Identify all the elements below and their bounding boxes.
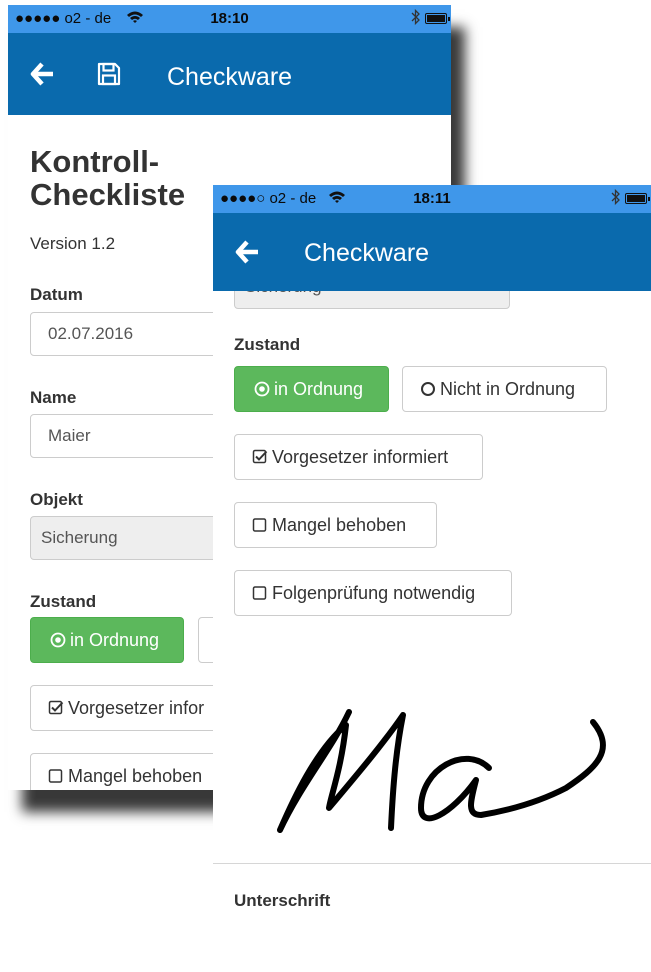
in-ordnung-label: in Ordnung bbox=[70, 630, 160, 650]
in-ordnung-button[interactable]: in Ordnung bbox=[234, 366, 389, 412]
folgepruefung-checkbox[interactable]: Folgenprüfung notwendig bbox=[234, 570, 512, 616]
name-label: Name bbox=[30, 388, 77, 407]
vorgesetzter-label: Vorgesetzer informiert bbox=[272, 447, 449, 467]
zustand-label: Zustand bbox=[234, 335, 301, 354]
nav-bar: Checkware bbox=[213, 213, 651, 291]
radio-empty-icon bbox=[420, 381, 436, 402]
status-bar: ●●●●● o2 - de 18:10 bbox=[8, 5, 451, 33]
vorgesetzter-label: Vorgesetzer infor bbox=[68, 698, 205, 718]
app-title: Checkware bbox=[304, 239, 430, 267]
phone-screen-2: ●●●●○ o2 - de 18:11 Sicherung Checkware … bbox=[213, 185, 651, 972]
floppy-disk-icon[interactable] bbox=[96, 61, 122, 87]
divider bbox=[213, 863, 651, 864]
status-bar: ●●●●○ o2 - de 18:11 bbox=[213, 185, 651, 213]
checkbox-empty-icon bbox=[48, 768, 64, 789]
back-arrow-icon[interactable] bbox=[235, 239, 261, 265]
bluetooth-icon bbox=[411, 8, 421, 31]
checkbox-empty-icon bbox=[252, 585, 268, 606]
version-label: Version 1.2 bbox=[30, 234, 116, 253]
mangel-checkbox[interactable]: Mangel behoben bbox=[234, 502, 437, 548]
signature-label: Unterschrift bbox=[234, 891, 331, 910]
battery-icon bbox=[625, 193, 650, 204]
clock: 18:10 bbox=[210, 10, 249, 27]
mangel-label: Mangel behoben bbox=[272, 515, 407, 535]
back-arrow-icon[interactable] bbox=[30, 61, 56, 87]
checkbox-empty-icon bbox=[252, 517, 268, 538]
page-title-line-1: Kontroll- bbox=[30, 144, 160, 179]
checkbox-checked-icon bbox=[252, 449, 268, 470]
zustand-label: Zustand bbox=[30, 592, 97, 611]
page-title: Kontroll- Checkliste bbox=[30, 145, 185, 211]
mangel-label: Mangel behoben bbox=[68, 766, 203, 786]
objekt-label: Objekt bbox=[30, 490, 83, 509]
clock: 18:11 bbox=[413, 190, 451, 207]
app-title: Checkware bbox=[167, 63, 293, 91]
datum-label: Datum bbox=[30, 285, 83, 304]
nicht-in-ordnung-label: Nicht in Ordnung bbox=[440, 379, 576, 399]
page-title-line-2: Checkliste bbox=[30, 177, 186, 212]
signature-pad[interactable] bbox=[271, 690, 631, 840]
battery-icon bbox=[425, 13, 450, 24]
in-ordnung-label: in Ordnung bbox=[274, 379, 364, 399]
checkbox-checked-icon bbox=[48, 700, 64, 721]
radio-checked-icon bbox=[50, 632, 66, 653]
vorgesetzter-checkbox[interactable]: Vorgesetzer informiert bbox=[234, 434, 483, 480]
nicht-in-ordnung-button[interactable]: Nicht in Ordnung bbox=[402, 366, 607, 412]
bluetooth-icon bbox=[611, 188, 621, 211]
in-ordnung-button[interactable]: in Ordnung bbox=[30, 617, 184, 663]
nav-bar: Checkware bbox=[8, 33, 451, 115]
radio-checked-icon bbox=[254, 381, 270, 402]
folgepruefung-label: Folgenprüfung notwendig bbox=[272, 583, 476, 603]
